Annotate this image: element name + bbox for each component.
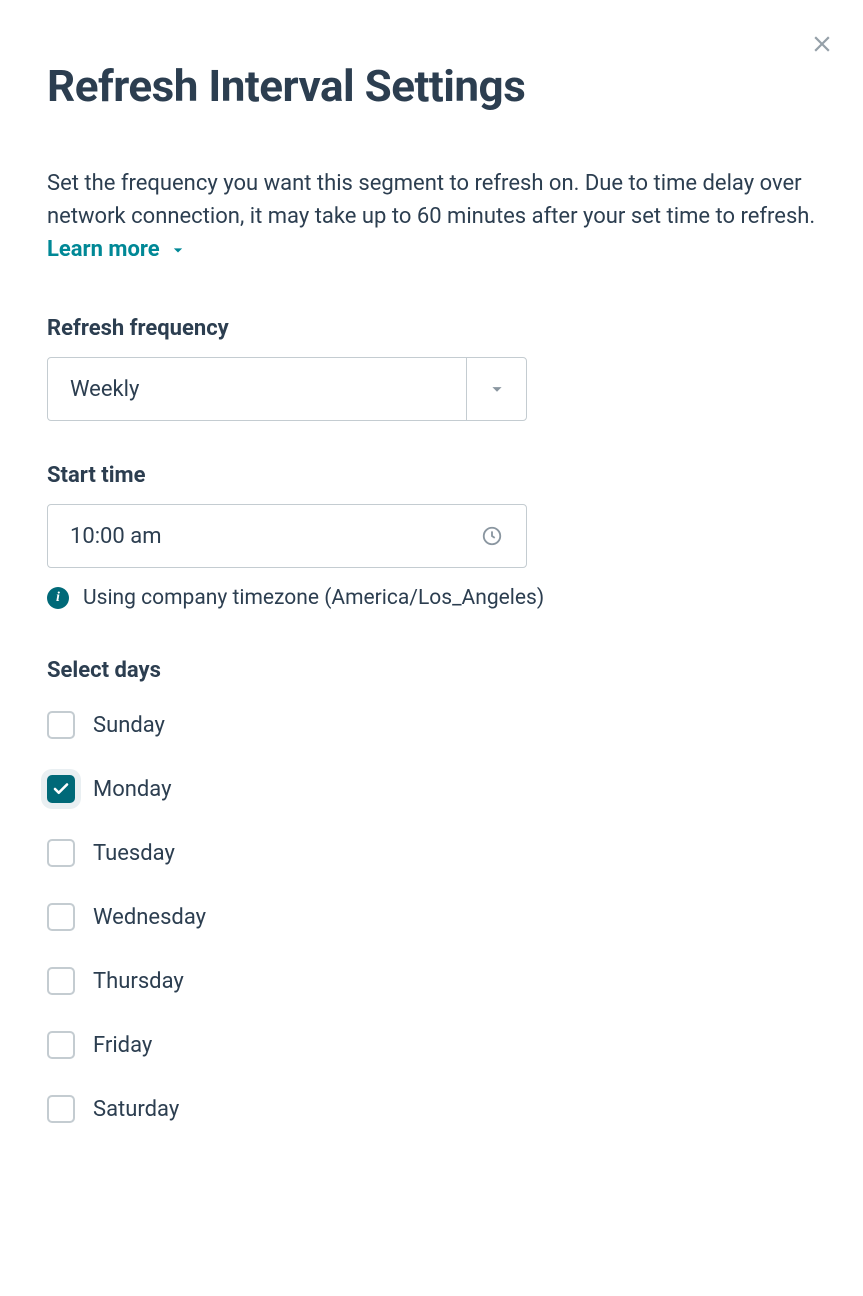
start-time-input[interactable]: 10:00 am <box>47 504 527 568</box>
day-label: Friday <box>93 1033 152 1058</box>
modal-container: Refresh Interval Settings Set the freque… <box>0 0 863 1170</box>
day-item-sunday[interactable]: Sunday <box>47 711 816 739</box>
day-item-wednesday[interactable]: Wednesday <box>47 903 816 931</box>
time-icon-wrapper <box>476 525 526 547</box>
chevron-down-icon <box>168 240 188 260</box>
close-icon <box>809 31 835 57</box>
checkbox-sunday[interactable] <box>47 711 75 739</box>
day-label: Thursday <box>93 969 184 994</box>
day-item-saturday[interactable]: Saturday <box>47 1095 816 1123</box>
day-item-monday[interactable]: Monday <box>47 775 816 803</box>
learn-more-link[interactable]: Learn more <box>47 233 188 266</box>
start-time-label: Start time <box>47 463 816 488</box>
modal-description: Set the frequency you want this segment … <box>47 167 816 266</box>
day-item-friday[interactable]: Friday <box>47 1031 816 1059</box>
day-label: Wednesday <box>93 905 206 930</box>
checkbox-monday[interactable] <box>47 775 75 803</box>
days-section: Select days Sunday Monday Tuesday Wednesday… <box>47 658 816 1123</box>
checkbox-saturday[interactable] <box>47 1095 75 1123</box>
day-label: Sunday <box>93 713 165 738</box>
day-item-thursday[interactable]: Thursday <box>47 967 816 995</box>
checkbox-wednesday[interactable] <box>47 903 75 931</box>
clock-icon <box>481 525 503 547</box>
frequency-chevron <box>466 358 526 420</box>
timezone-text: Using company timezone (America/Los_Ange… <box>83 586 544 610</box>
day-label: Saturday <box>93 1097 179 1122</box>
day-label: Tuesday <box>93 841 175 866</box>
day-item-tuesday[interactable]: Tuesday <box>47 839 816 867</box>
checkbox-friday[interactable] <box>47 1031 75 1059</box>
info-icon: i <box>47 587 69 609</box>
start-time-field: Start time 10:00 am i Using company time… <box>47 463 816 610</box>
close-button[interactable] <box>806 28 838 60</box>
learn-more-label: Learn more <box>47 233 160 266</box>
start-time-value: 10:00 am <box>48 524 476 549</box>
modal-title: Refresh Interval Settings <box>47 60 816 112</box>
checkbox-tuesday[interactable] <box>47 839 75 867</box>
description-text: Set the frequency you want this segment … <box>47 171 815 229</box>
chevron-down-icon <box>486 378 508 400</box>
timezone-info: i Using company timezone (America/Los_An… <box>47 586 816 610</box>
frequency-select[interactable]: Weekly <box>47 357 527 421</box>
days-label: Select days <box>47 658 816 683</box>
frequency-label: Refresh frequency <box>47 316 816 341</box>
frequency-value: Weekly <box>48 377 466 402</box>
days-list: Sunday Monday Tuesday Wednesday Thursday Frid… <box>47 711 816 1123</box>
check-icon <box>52 780 70 798</box>
day-label: Monday <box>93 777 172 802</box>
frequency-field: Refresh frequency Weekly <box>47 316 816 421</box>
checkbox-thursday[interactable] <box>47 967 75 995</box>
